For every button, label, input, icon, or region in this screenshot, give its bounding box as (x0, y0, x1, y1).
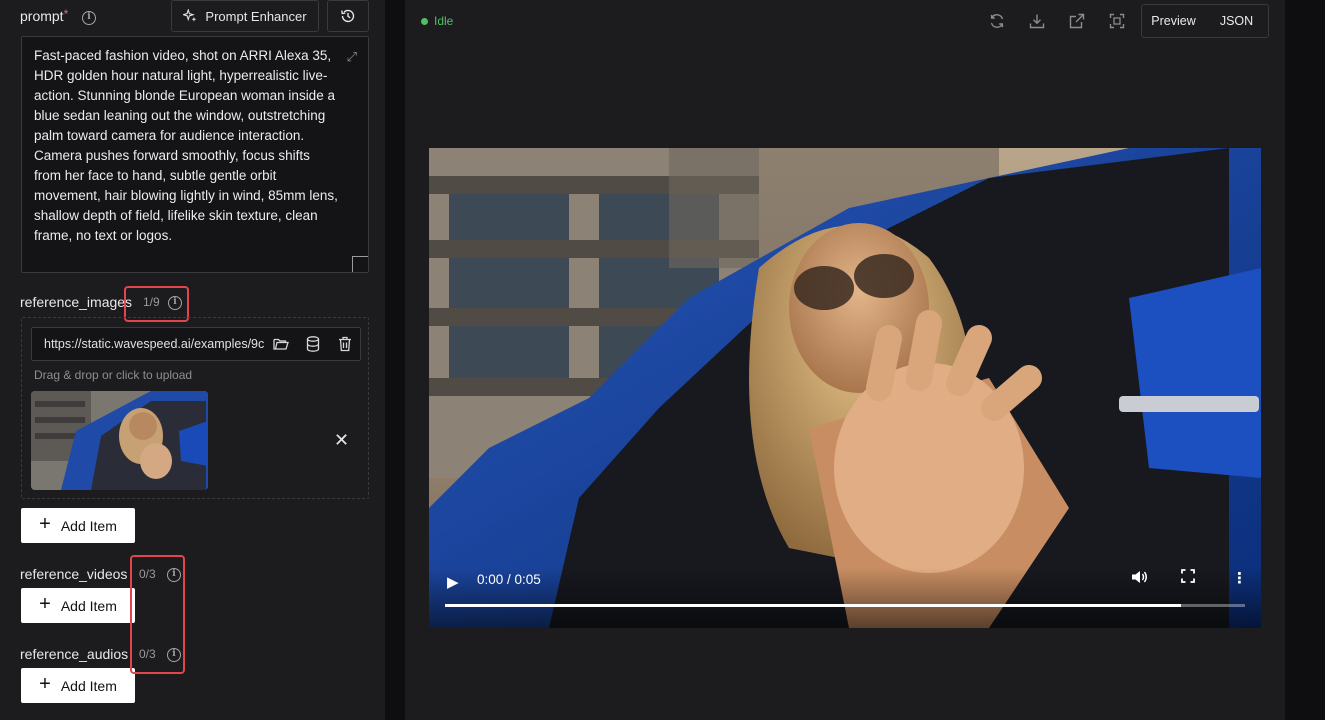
add-reference-image-button[interactable]: + Add Item (21, 508, 135, 543)
more-options-icon[interactable]: ⋮ (1232, 569, 1247, 587)
prompt-history-button[interactable] (327, 0, 369, 32)
plus-icon: + (39, 593, 51, 615)
remove-image-icon[interactable]: ✕ (334, 430, 349, 451)
folder-icon[interactable] (272, 335, 290, 353)
reference-images-dropzone[interactable]: https://static.wavespeed.ai/examples/9c … (21, 317, 369, 499)
prompt-text: Fast-paced fashion video, shot on ARRI A… (34, 48, 338, 243)
app-root: prompt* i Prompt Enhancer Fast-paced fas… (0, 0, 1325, 720)
prompt-enhancer-label: Prompt Enhancer (205, 8, 307, 24)
input-panel: prompt* i Prompt Enhancer Fast-paced fas… (0, 0, 385, 720)
prompt-label-text: prompt (20, 8, 64, 24)
prompt-info-icon[interactable]: i (82, 11, 96, 25)
database-icon[interactable] (304, 335, 322, 353)
resize-handle[interactable] (352, 256, 368, 272)
status-text: Idle (434, 14, 454, 28)
reference-audios-label: reference_audios (20, 646, 129, 662)
fullscreen-icon[interactable] (1107, 11, 1127, 31)
required-mark: * (63, 7, 69, 21)
add-item-label: Add Item (60, 597, 117, 614)
reference-image-thumbnail[interactable] (31, 391, 208, 490)
tab-json[interactable]: JSON (1205, 5, 1268, 37)
download-icon[interactable] (1027, 11, 1047, 31)
refresh-icon[interactable] (987, 11, 1007, 31)
view-mode-toggle: Preview JSON (1141, 4, 1269, 38)
open-external-icon[interactable] (1067, 11, 1087, 31)
add-reference-audio-button[interactable]: + Add Item (21, 668, 135, 703)
reference-videos-label: reference_videos (20, 566, 128, 582)
reference-image-url-field[interactable]: https://static.wavespeed.ai/examples/9c (31, 327, 361, 361)
reference-images-label: reference_images (20, 294, 133, 310)
video-player[interactable]: ▶ 0:00 / 0:05 ⋮ (429, 148, 1261, 628)
prompt-textarea[interactable]: Fast-paced fashion video, shot on ARRI A… (21, 36, 369, 273)
add-reference-video-button[interactable]: + Add Item (21, 588, 135, 623)
plus-icon: + (39, 673, 51, 695)
upload-hint: Drag & drop or click to upload (34, 368, 193, 382)
video-frame (429, 148, 1261, 628)
play-icon[interactable]: ▶ (447, 573, 459, 591)
highlight-box-video-audio-counts (130, 555, 185, 674)
plus-icon: + (39, 513, 51, 535)
expand-icon[interactable]: ⤢ (347, 47, 357, 67)
video-time: 0:00 / 0:05 (477, 572, 541, 587)
add-item-label: Add Item (60, 677, 117, 694)
tab-preview[interactable]: Preview (1142, 5, 1205, 37)
sparkle-icon (183, 9, 197, 22)
prompt-label: prompt* (20, 7, 69, 24)
video-progress-track[interactable] (445, 604, 1245, 607)
status-indicator: Idle (421, 14, 453, 28)
reference-image-url-value: https://static.wavespeed.ai/examples/9c (44, 337, 265, 351)
add-item-label: Add Item (60, 517, 117, 534)
status-dot (421, 17, 428, 25)
volume-icon[interactable] (1131, 569, 1149, 589)
history-icon (341, 9, 355, 23)
thumbnail-picture (31, 391, 208, 490)
output-panel: Idle Preview JSON ▶ 0:00 / 0:05 ⋮ (405, 0, 1285, 720)
video-progress-fill (445, 604, 1181, 607)
prompt-enhancer-button[interactable]: Prompt Enhancer (171, 0, 319, 32)
fullscreen-video-icon[interactable] (1181, 569, 1195, 587)
trash-icon[interactable] (336, 335, 354, 353)
